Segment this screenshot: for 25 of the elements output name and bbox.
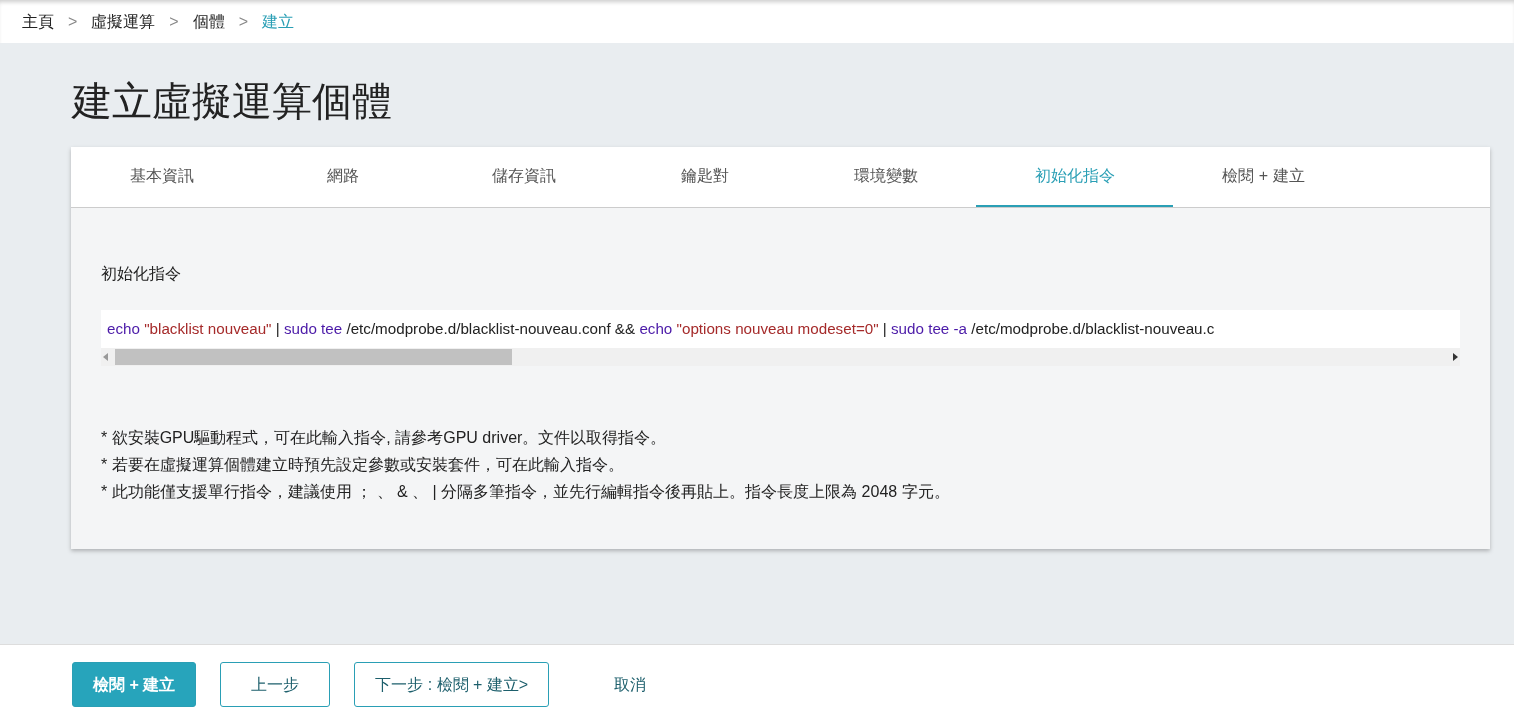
note-text: * 欲安裝GPU驅動程式，可在此輸入指令, 請參考GPU driver。文件以取得指令。 (101, 428, 668, 448)
page-title: 建立虛擬運算個體 (70, 78, 393, 125)
breadcrumb-link[interactable]: 個體 (192, 9, 225, 34)
scrollbar-thumb[interactable] (115, 349, 512, 365)
step-button[interactable]: 下一步 : 檢閱 + 建立> (354, 662, 550, 707)
breadcrumb-link[interactable]: 主頁 (22, 9, 54, 34)
step-button[interactable]: 上一步 (220, 662, 331, 707)
note-text: * 若要在虛擬運算個體建立時預先設定參數或安裝套件，可在此輸入指令。 (101, 455, 625, 475)
note-text: * 此功能僅支援單行指令，建議使用 ； 、 & 、 | 分隔多筆指令，並先行編輯指令後再貼上。指令長度上限為 2048 字元。 (101, 482, 951, 502)
tab[interactable]: 鑰匙對 (614, 147, 795, 207)
tab[interactable]: 網路 (252, 147, 433, 207)
horizontal-scrollbar[interactable] (101, 348, 1460, 366)
tab[interactable]: 基本資訊 (71, 147, 252, 207)
scroll-left-icon[interactable] (101, 352, 111, 362)
tab[interactable]: 檢閱 + 建立 (1173, 147, 1354, 207)
tab[interactable]: 環境變數 (795, 147, 976, 207)
breadcrumb-separator: > (169, 11, 179, 32)
tab[interactable]: 儲存資訊 (433, 147, 614, 207)
command-field[interactable]: echo "blacklist nouveau" | sudo tee /etc/modprobe.d/blacklist-nouveau.conf && echo "options nouveau modeset=0" | sudo tee -a /etc/modprobe.d/blacklist-nouveau.c (101, 310, 1460, 348)
doc-link[interactable]: GPU driver (443, 429, 523, 446)
breadcrumb-separator: > (238, 11, 249, 32)
breadcrumb-separator: > (68, 11, 78, 32)
section-label: 初始化指令 (101, 264, 182, 284)
scroll-right-icon[interactable] (1450, 352, 1460, 362)
breadcrumb-link[interactable]: 虛擬運算 (91, 9, 156, 34)
